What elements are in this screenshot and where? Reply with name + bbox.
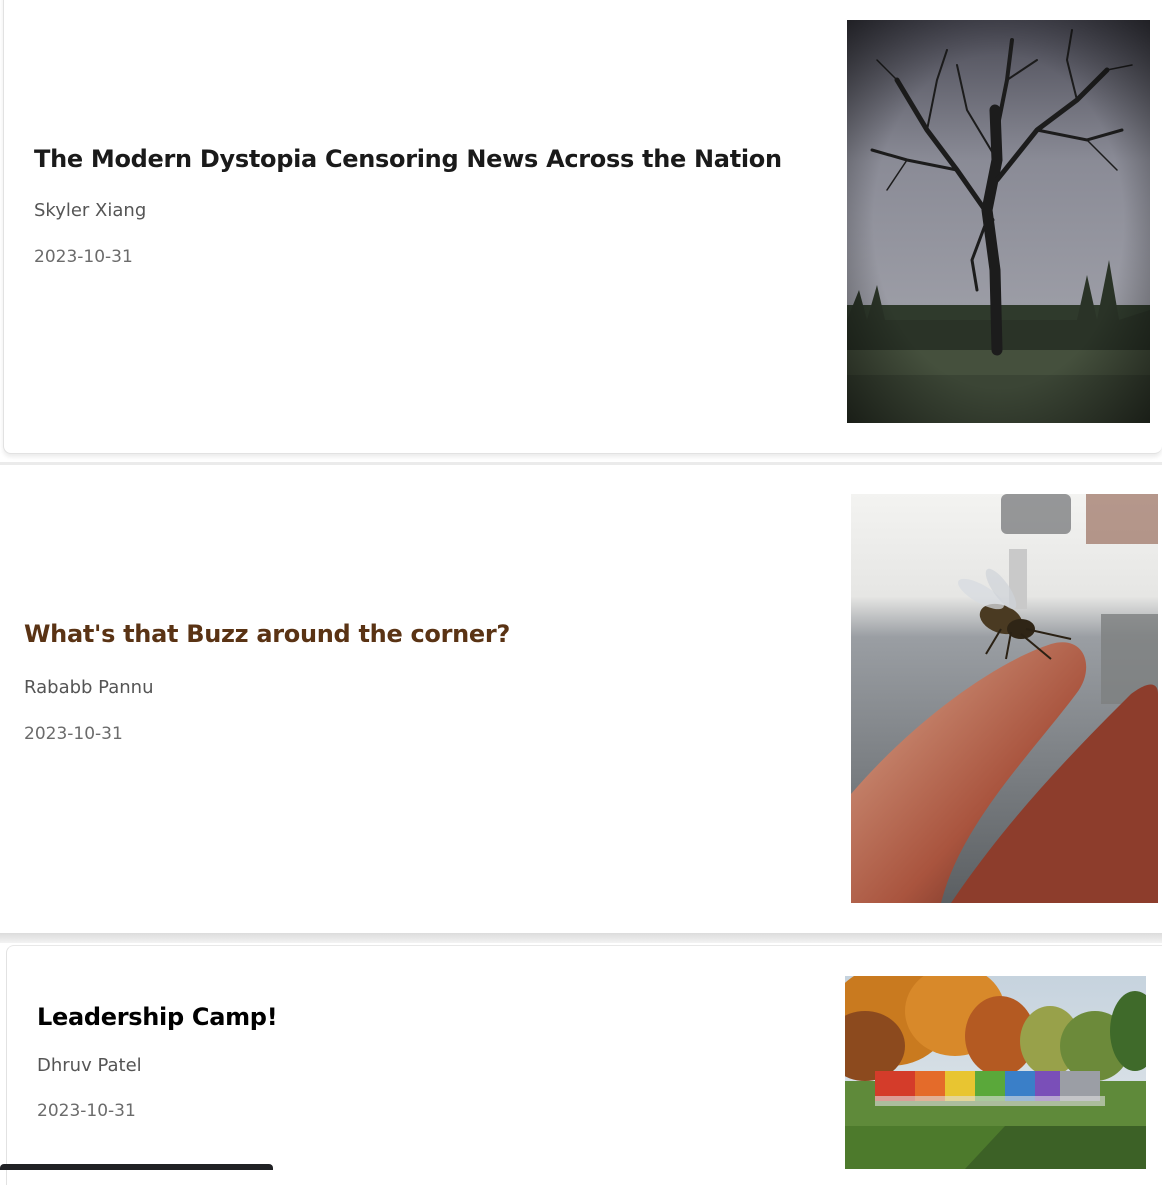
card-divider [0,933,1162,943]
article-date: 2023-10-31 [34,247,133,267]
article-author: Dhruv Patel [37,1055,142,1076]
article-author: Rababb Pannu [24,677,154,698]
article-date: 2023-10-31 [24,724,123,744]
article-thumbnail[interactable] [847,20,1150,423]
article-title[interactable]: The Modern Dystopia Censoring News Acros… [34,145,782,173]
article-title[interactable]: What's that Buzz around the corner? [24,620,510,648]
article-card[interactable]: The Modern Dystopia Censoring News Acros… [3,0,1162,454]
bottom-toolbar [0,1164,273,1170]
article-author: Skyler Xiang [34,200,147,221]
article-thumbnail[interactable] [845,976,1146,1169]
article-card[interactable]: What's that Buzz around the corner? Raba… [0,465,1162,933]
article-title[interactable]: Leadership Camp! [37,1003,278,1031]
article-thumbnail[interactable] [851,494,1158,903]
article-card[interactable]: Leadership Camp! Dhruv Patel 2023-10-31 [6,945,1162,1185]
article-date: 2023-10-31 [37,1101,136,1121]
